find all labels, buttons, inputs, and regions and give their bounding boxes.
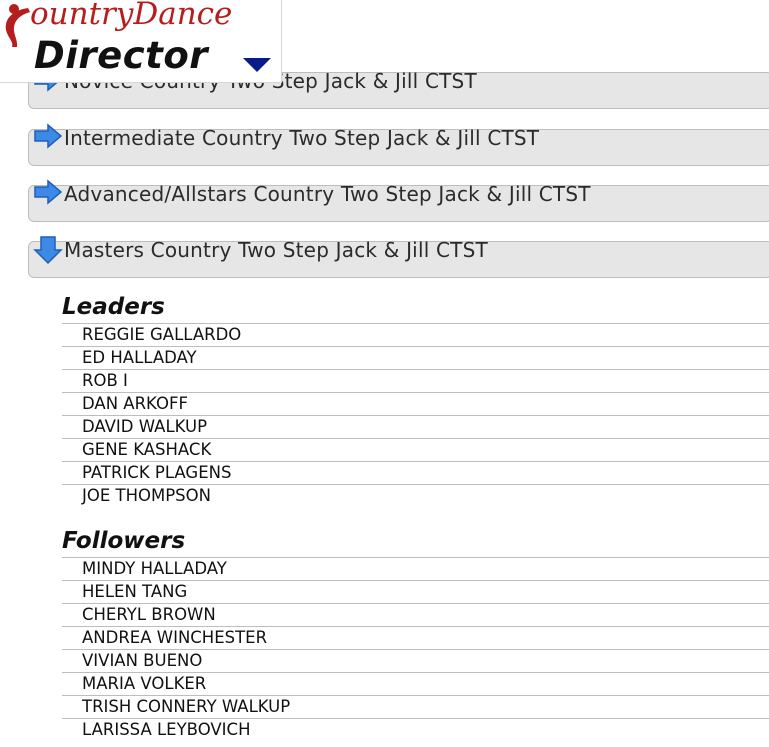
list-item: ANDREA WINCHESTER xyxy=(62,626,769,649)
list-item: VIVIAN BUENO xyxy=(62,649,769,672)
menu-caret-icon[interactable] xyxy=(242,57,272,73)
accordion-label: Advanced/Allstars Country Two Step Jack … xyxy=(64,182,591,206)
followers-list: MINDY HALLADAY HELEN TANG CHERYL BROWN A… xyxy=(62,557,769,741)
arrow-right-icon xyxy=(34,179,63,205)
list-item: MINDY HALLADAY xyxy=(62,557,769,580)
list-item: CHERYL BROWN xyxy=(62,603,769,626)
accordion-header-intermediate[interactable]: Intermediate Country Two Step Jack & Jil… xyxy=(28,123,769,166)
list-item: ROB I xyxy=(62,369,769,392)
accordion-label: Masters Country Two Step Jack & Jill CTS… xyxy=(64,238,488,262)
list-item: GENE KASHACK xyxy=(62,438,769,461)
list-item: REGGIE GALLARDO xyxy=(62,323,769,346)
list-item: HELEN TANG xyxy=(62,580,769,603)
list-item: DAVID WALKUP xyxy=(62,415,769,438)
accordion-header-advanced[interactable]: Advanced/Allstars Country Two Step Jack … xyxy=(28,179,769,222)
logo-top-text: ountryDance xyxy=(30,0,233,32)
app-logo: ountryDance Director xyxy=(0,0,282,83)
leaders-heading: Leaders xyxy=(62,294,165,320)
followers-heading: Followers xyxy=(62,528,186,554)
list-item: MARIA VOLKER xyxy=(62,672,769,695)
arrow-down-icon xyxy=(33,236,63,265)
list-item: TRISH CONNERY WALKUP xyxy=(62,695,769,718)
list-item: JOE THOMPSON xyxy=(62,484,769,507)
accordion-header-masters[interactable]: Masters Country Two Step Jack & Jill CTS… xyxy=(28,236,769,278)
list-item: LARISSA LEYBOVICH xyxy=(62,718,769,741)
accordion-label: Intermediate Country Two Step Jack & Jil… xyxy=(64,126,540,150)
list-item: PATRICK PLAGENS xyxy=(62,461,769,484)
list-item: DAN ARKOFF xyxy=(62,392,769,415)
leaders-list: REGGIE GALLARDO ED HALLADAY ROB I DAN AR… xyxy=(62,323,769,507)
arrow-right-icon xyxy=(34,123,63,149)
logo-bottom-text: Director xyxy=(34,34,209,77)
list-item: ED HALLADAY xyxy=(62,346,769,369)
